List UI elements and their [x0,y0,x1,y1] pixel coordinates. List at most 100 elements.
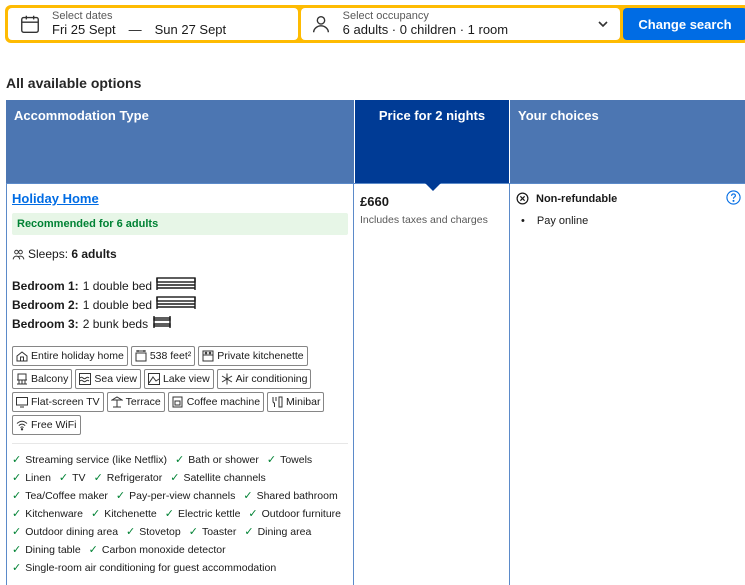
price-value: £660 [360,194,389,209]
bedroom-beds: 2 bunk beds [82,317,149,331]
amenity-item: ✓ Stovetop [126,523,181,541]
room-type-cell: Holiday Home Recommended for 6 adults Sl… [6,184,354,585]
amenity-item: ✓ Electric kettle [165,505,241,523]
amenity-item: ✓ Linen [12,469,51,487]
kitchen-icon [202,350,214,362]
check-icon: ✓ [164,508,174,520]
cancellation-policy: Non-refundable [516,192,739,205]
occupancy-picker[interactable]: Select occupancy 6 adults · 0 children ·… [300,8,621,40]
section-title: All available options [6,75,142,91]
check-icon: ✓ [91,508,101,520]
search-bar: Select dates Fri 25 Sept — Sun 27 Sept S… [5,5,745,43]
divider [12,443,348,444]
sleeps-info: Sleeps: 6 adults [12,247,348,261]
header-accommodation-type: Accommodation Type [6,100,354,183]
facility-tag: Coffee machine [167,392,265,412]
house-icon [16,350,28,362]
help-icon[interactable] [726,190,741,205]
terrace-icon [110,396,123,408]
price-note: Includes taxes and charges [360,214,488,226]
amenity-item: ✓ Single-room air conditioning for guest … [12,559,276,577]
check-icon: ✓ [175,454,185,466]
amenity-item: ✓ Satellite channels [170,469,266,487]
facility-tag: Balcony [12,369,73,389]
room-name-link[interactable]: Holiday Home [12,191,99,206]
amenity-item: ✓ Kitchenette [91,505,157,523]
sleeps-value: 6 adults [71,247,117,261]
header-price: Price for 2 nights [354,100,510,191]
lake-view-icon [147,373,160,385]
dates-label: Select dates [52,10,113,23]
recommendation-badge: Recommended for 6 adults [12,213,348,235]
facility-tags: Entire holiday home 538 feet² Private ki… [12,346,348,435]
amenity-item: ✓ Shared bathroom [243,487,337,505]
person-icon [309,12,333,36]
bedrooms-list: Bedroom 1: 1 double bed Bedroom 2: 1 dou… [12,277,348,334]
header-price-label: Price for 2 nights [378,108,486,123]
wifi-icon [16,419,28,431]
check-icon: ✓ [12,544,22,556]
price-cell: £660 Includes taxes and charges [354,184,510,585]
double-bed-icon [156,296,196,315]
check-icon: ✓ [188,526,198,538]
amenity-item: ✓ Outdoor furniture [248,505,341,523]
calendar-icon [18,12,42,36]
chevron-down-icon [596,17,610,31]
check-icon: ✓ [170,472,180,484]
amenity-item: ✓ Kitchenware [12,505,83,523]
bullet: • [521,215,525,227]
sleeps-label: Sleeps: [28,247,69,261]
bedroom-beds: 1 double bed [82,279,153,293]
balcony-icon [16,373,28,385]
tv-icon [16,396,28,408]
amenity-item: ✓ Streaming service (like Netflix) [12,451,167,469]
amenity-item: ✓ Toaster [189,523,237,541]
check-icon: ✓ [12,526,22,538]
facility-tag: Entire holiday home [12,346,128,366]
policy-label: Non-refundable [536,192,618,205]
choices-cell: Non-refundable • Pay online [510,184,745,585]
check-icon: ✓ [12,490,22,502]
choice-item: • Pay online [516,215,739,227]
header-choices: Your choices [510,100,745,183]
amenities-list: ✓ Streaming service (like Netflix) ✓ Bath … [12,451,352,577]
amenity-item: ✓ Refrigerator [94,469,163,487]
sea-view-icon [79,373,92,385]
coffee-icon [172,396,184,408]
amenity-item: ✓ Dining area [244,523,311,541]
amenity-item: ✓ TV [59,469,86,487]
rooms-table: Accommodation Type Price for 2 nights Yo… [6,100,745,585]
facility-tag: Air conditioning [216,369,312,389]
check-icon: ✓ [244,526,254,538]
facility-tag: Terrace [106,392,165,412]
facility-tag: Lake view [143,369,214,389]
change-search-button[interactable]: Change search [623,8,745,40]
choice-item-label: Pay online [536,215,589,227]
occupancy-value: 6 adults · 0 children · 1 room [342,21,509,37]
bedroom-label: Bedroom 2: [12,298,79,312]
bedroom-row: Bedroom 2: 1 double bed [12,296,348,315]
occupancy-label: Select occupancy [342,10,429,23]
facility-tag: Flat-screen TV [12,392,104,412]
date-picker[interactable]: Select dates Fri 25 Sept — Sun 27 Sept [8,8,298,40]
amenity-item: ✓ Outdoor dining area [12,523,118,541]
no-refund-icon [516,192,529,205]
bedroom-label: Bedroom 3: [12,317,79,331]
facility-tag: Free WiFi [12,415,81,435]
check-icon: ✓ [58,472,69,484]
amenity-item: ✓ Pay-per-view channels [116,487,235,505]
check-icon: ✓ [266,454,277,466]
check-icon: ✓ [12,508,22,520]
snowflake-icon [221,373,233,385]
check-icon: ✓ [248,508,258,520]
bedroom-label: Bedroom 1: [12,279,79,293]
facility-tag: Private kitchenette [198,346,308,366]
checkout-date: Sun 27 Sept [154,21,227,37]
check-icon: ✓ [88,544,98,556]
check-icon: ✓ [243,490,253,502]
double-bed-icon [156,277,196,296]
check-icon: ✓ [12,454,22,466]
amenity-item: ✓ Bath or shower [175,451,259,469]
bunk-bed-icon [152,315,172,334]
facility-tag: Sea view [75,369,141,389]
